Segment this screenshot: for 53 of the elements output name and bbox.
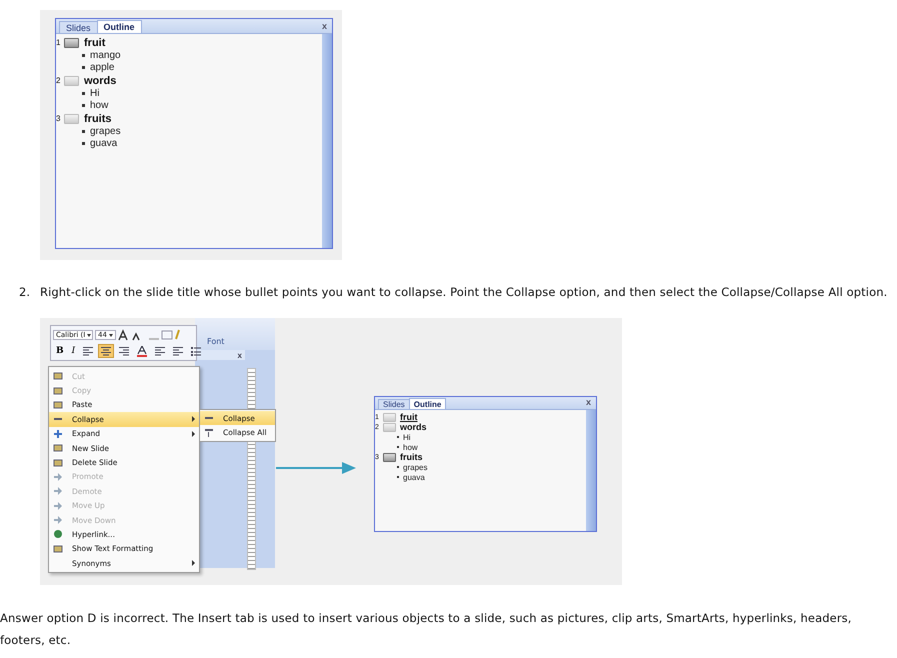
submenu-arrow-icon xyxy=(192,560,195,566)
slide-icon[interactable] xyxy=(64,38,79,48)
bullet-point: how xyxy=(90,100,108,112)
demote-icon xyxy=(53,486,63,496)
panel-tab[interactable]: Outline xyxy=(96,20,142,33)
bullet-icon xyxy=(82,66,85,70)
close-button[interactable]: x xyxy=(316,21,332,33)
bullet-point: Hi xyxy=(90,88,100,99)
bullet-point: how xyxy=(403,442,418,452)
step-text: Right-click on the slide title whose bullet points you want to collapse. Point the Collapse option, and then select the Collapse/Collapse All option. xyxy=(40,285,888,299)
scrollbar[interactable] xyxy=(322,34,332,248)
submenu-arrow-icon xyxy=(192,416,195,422)
slide-number: 2 xyxy=(56,76,62,85)
promote-icon xyxy=(53,472,63,482)
submenu-arrow-icon xyxy=(192,430,195,437)
dropdown-icon xyxy=(108,334,113,337)
ribbon-group-label: Font xyxy=(207,337,224,346)
close-button[interactable]: x xyxy=(234,350,245,360)
slide-number: 1 xyxy=(56,38,62,47)
bullet-point: apple xyxy=(90,62,114,74)
bullet-point: guava xyxy=(90,138,118,150)
collapse-all-icon xyxy=(204,428,214,438)
slide-number: 3 xyxy=(56,114,62,123)
bullet-icon xyxy=(82,104,85,108)
bullet-icon xyxy=(82,130,85,133)
slide-icon[interactable] xyxy=(383,452,396,462)
slide-title[interactable]: words xyxy=(84,74,116,86)
scrollbar[interactable] xyxy=(586,410,596,531)
slide-title[interactable]: fruit xyxy=(400,412,418,422)
close-button[interactable]: x xyxy=(580,397,596,409)
bullet-point: guava xyxy=(403,472,425,482)
bullet-icon xyxy=(82,142,85,146)
bullet-icon xyxy=(82,92,85,95)
expand-icon xyxy=(53,428,63,439)
bullet-icon xyxy=(82,54,85,57)
slide-title[interactable]: words xyxy=(400,422,427,432)
italic-button[interactable]: I xyxy=(68,344,78,358)
bold-button[interactable]: B xyxy=(53,344,67,358)
slide-title[interactable]: fruit xyxy=(84,36,106,48)
panel-tab[interactable]: Slides xyxy=(378,399,410,409)
bullet-point: grapes xyxy=(90,126,121,137)
bullet-point: mango xyxy=(90,50,121,61)
slide-title[interactable]: fruits xyxy=(84,112,112,124)
bullet-point: grapes xyxy=(403,462,428,472)
dropdown-icon xyxy=(87,334,92,337)
step-number: 2. xyxy=(19,285,32,299)
bullet-point: Hi xyxy=(403,432,411,442)
arrow-icon xyxy=(276,461,356,475)
slide-title[interactable]: fruits xyxy=(400,452,422,462)
panel-tab[interactable]: Outline xyxy=(408,398,446,409)
panel-tab[interactable]: Slides xyxy=(59,21,98,33)
align-center-icon[interactable] xyxy=(98,344,114,358)
answer-text: Answer option D is incorrect. The Insert tab is used to insert various objects to a slide, such as pictures, clip arts, SmartArts, hyperlinks, headers, footers, etc. xyxy=(0,610,852,649)
